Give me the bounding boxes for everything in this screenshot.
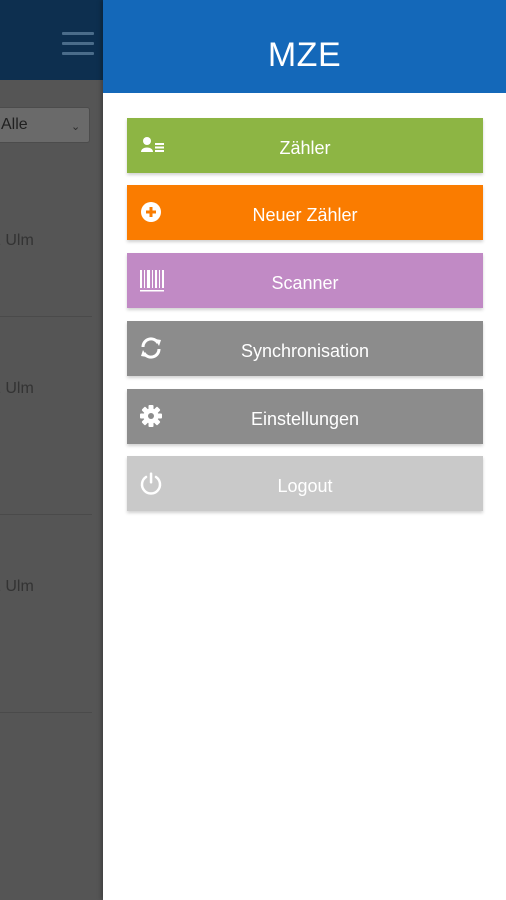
einstellungen-button-label: Einstellungen [250,409,360,429]
hamburger-menu-icon[interactable] [62,32,94,56]
zaehler-button-label: Zähler [279,138,331,158]
scanner-button-label: Scanner [271,273,339,293]
logout-button-label: Logout [277,476,333,496]
app-title: MZE [267,36,342,74]
list-item-text: 1 Ulm [0,380,34,397]
synchronisation-button-label: Synchronisation [240,341,370,361]
filter-select-value: Alle [1,116,28,133]
list-item-text: 1 Ulm [0,232,34,249]
scanner-button[interactable]: Scanner [127,253,483,308]
background-screen: Alle ⌄ 1 Ulm 1 Ulm 1 Ulm [0,0,103,900]
synchronisation-button[interactable]: Synchronisation [127,321,483,376]
list-item-text: 1 Ulm [0,578,34,595]
divider [0,712,92,713]
einstellungen-button[interactable]: Einstellungen [127,389,483,444]
neuer-zaehler-button[interactable]: Neuer Zähler [127,185,483,240]
logout-button[interactable]: Logout [127,456,483,511]
filter-select[interactable]: Alle ⌄ [0,107,90,143]
zaehler-button[interactable]: Zähler [127,118,483,173]
drawer-header: MZE [103,0,506,93]
chevron-down-icon: ⌄ [71,121,81,133]
divider [0,316,92,317]
navigation-drawer: MZE Zähler Neuer Zähler Scanner Synchron… [103,0,506,900]
neuer-zaehler-button-label: Neuer Zähler [252,205,358,225]
background-header [0,0,103,80]
divider [0,514,92,515]
